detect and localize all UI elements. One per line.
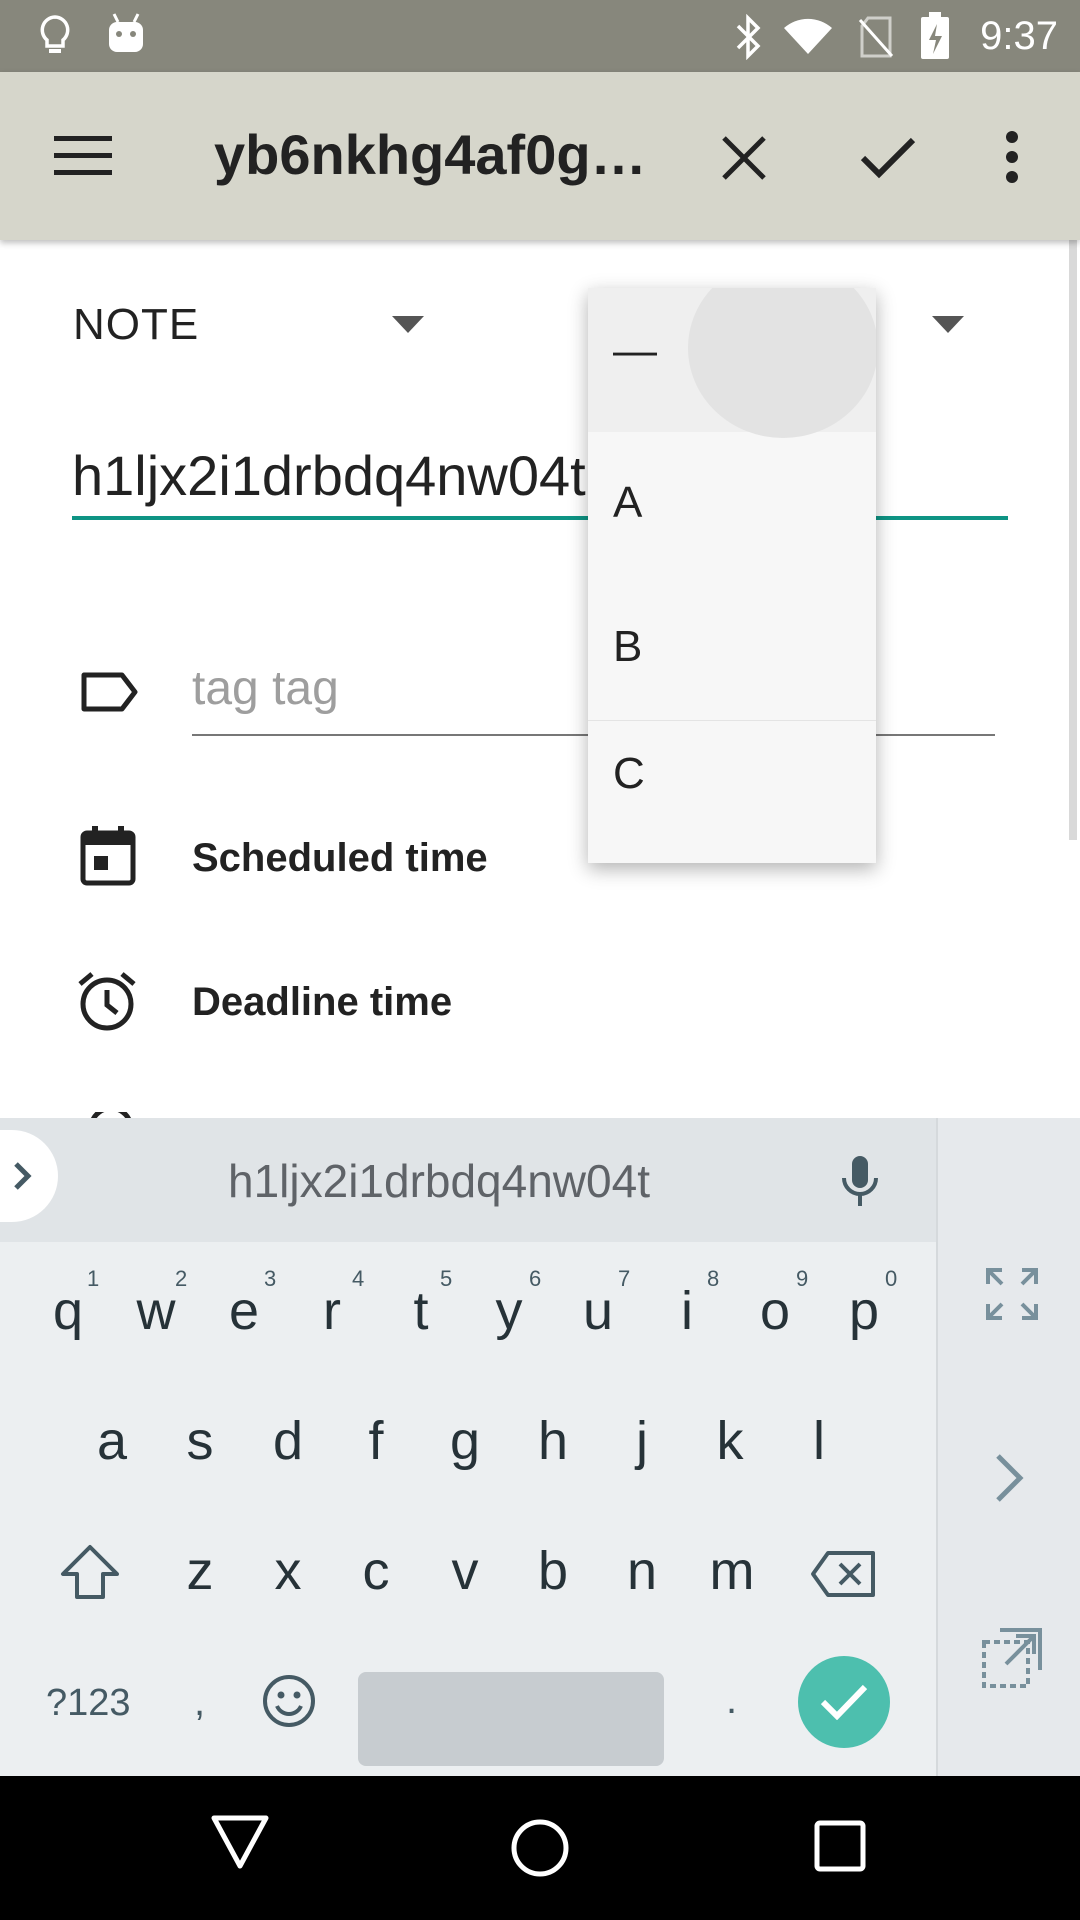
home-icon[interactable] xyxy=(510,1818,570,1878)
key-n[interactable]: n xyxy=(602,1540,682,1602)
check-icon[interactable] xyxy=(860,136,916,180)
key-a[interactable]: a xyxy=(72,1410,152,1472)
dropdown-option-b[interactable]: B xyxy=(588,576,876,720)
key-w-hint: 2 xyxy=(175,1266,188,1291)
note-editor: NOTE Scheduled time Deadline time xyxy=(0,240,1080,1118)
space-key[interactable] xyxy=(358,1672,664,1766)
key-q-hint: 1 xyxy=(87,1266,100,1291)
key-z[interactable]: z xyxy=(160,1540,240,1602)
close-icon[interactable] xyxy=(720,134,768,182)
key-s[interactable]: s xyxy=(160,1410,240,1472)
suggestion-strip: h1ljx2i1drbdq4nw04t xyxy=(0,1118,936,1242)
microphone-icon[interactable] xyxy=(840,1156,880,1208)
symbols-key[interactable]: ?123 xyxy=(46,1682,131,1725)
scrollbar[interactable] xyxy=(1069,240,1077,840)
key-r-hint: 4 xyxy=(352,1266,365,1291)
chevron-right-icon[interactable] xyxy=(994,1452,1026,1504)
deadline-time-label[interactable]: Deadline time xyxy=(192,980,452,1025)
key-p-hint: 0 xyxy=(885,1266,898,1291)
key-m[interactable]: m xyxy=(692,1540,772,1602)
key-h[interactable]: h xyxy=(513,1410,593,1472)
state-dropdown-arrow-icon[interactable] xyxy=(392,316,424,334)
menu-icon[interactable] xyxy=(54,134,112,178)
enter-check-icon xyxy=(820,1684,868,1720)
no-sim-icon xyxy=(858,16,894,58)
more-vert-icon[interactable] xyxy=(1002,130,1022,184)
priority-dropdown-arrow-icon[interactable] xyxy=(932,316,964,334)
battery-charging-icon xyxy=(920,12,950,60)
key-f[interactable]: f xyxy=(336,1410,416,1472)
soft-keyboard: h1ljx2i1drbdq4nw04t q 1 w 2 e 3 r 4 t 5 … xyxy=(0,1118,1080,1776)
keyboard-side-panel xyxy=(936,1118,1080,1776)
suggestion-text[interactable]: h1ljx2i1drbdq4nw04t xyxy=(228,1154,650,1208)
key-x[interactable]: x xyxy=(248,1540,328,1602)
wifi-icon xyxy=(782,16,834,56)
key-e-hint: 3 xyxy=(264,1266,277,1291)
bluetooth-icon xyxy=(732,14,764,60)
state-spinner-value[interactable]: NOTE xyxy=(73,300,199,350)
dropdown-option-c[interactable]: C xyxy=(588,720,876,863)
key-d[interactable]: d xyxy=(248,1410,328,1472)
key-i-hint: 8 xyxy=(707,1266,720,1291)
key-g[interactable]: g xyxy=(425,1410,505,1472)
app-bar: yb6nkhg4af0g… xyxy=(0,72,1080,240)
key-y-hint: 6 xyxy=(529,1266,542,1291)
undock-keyboard-icon[interactable] xyxy=(982,1628,1042,1688)
dropdown-option-a[interactable]: A xyxy=(588,432,876,576)
scheduled-time-label[interactable]: Scheduled time xyxy=(192,836,488,881)
key-k[interactable]: k xyxy=(690,1410,770,1472)
status-time: 9:37 xyxy=(980,14,1058,58)
dropdown-option-none[interactable]: — xyxy=(588,288,876,438)
key-l[interactable]: l xyxy=(779,1410,859,1472)
page-title: yb6nkhg4af0g… xyxy=(214,123,647,186)
shift-key-icon[interactable] xyxy=(60,1544,120,1600)
android-icon xyxy=(106,12,146,54)
priority-dropdown-menu: — A B C xyxy=(588,288,876,863)
key-v[interactable]: v xyxy=(425,1540,505,1602)
navigation-bar xyxy=(0,1776,1080,1920)
period-key[interactable]: . xyxy=(726,1678,737,1723)
comma-key[interactable]: , xyxy=(194,1680,205,1725)
fullscreen-icon[interactable] xyxy=(986,1268,1038,1320)
key-b[interactable]: b xyxy=(513,1540,593,1602)
key-t-hint: 5 xyxy=(440,1266,453,1291)
alarm-clock-icon[interactable] xyxy=(76,970,138,1032)
back-icon[interactable] xyxy=(210,1814,270,1870)
backspace-key-icon[interactable] xyxy=(810,1550,876,1598)
enter-key[interactable] xyxy=(798,1656,890,1748)
emoji-key-icon[interactable] xyxy=(262,1674,316,1728)
expand-toolbar-button[interactable] xyxy=(0,1130,58,1222)
key-o-hint: 9 xyxy=(796,1266,809,1291)
recents-icon[interactable] xyxy=(814,1820,866,1872)
key-u-hint: 7 xyxy=(618,1266,631,1291)
calendar-icon[interactable] xyxy=(80,826,136,886)
lightbulb-icon xyxy=(38,14,72,58)
tag-icon xyxy=(80,671,138,713)
ripple-effect xyxy=(688,288,876,438)
key-j[interactable]: j xyxy=(602,1410,682,1472)
key-c[interactable]: c xyxy=(336,1540,416,1602)
status-bar: 9:37 xyxy=(0,0,1080,72)
